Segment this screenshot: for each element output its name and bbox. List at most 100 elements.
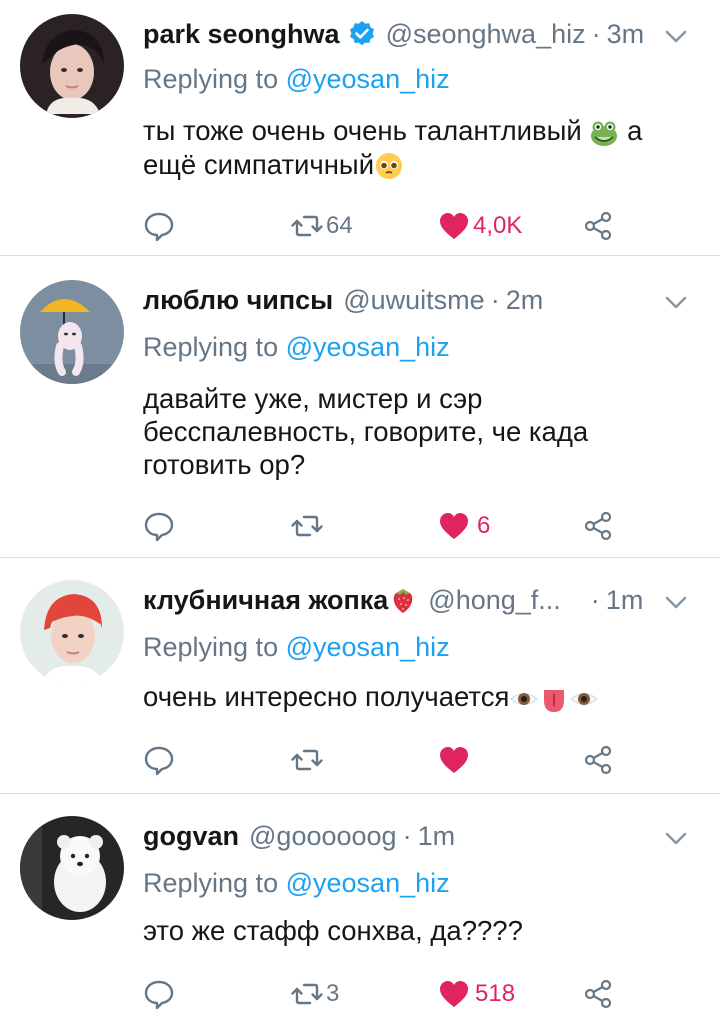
share-icon [584, 979, 612, 1009]
tweet-text-line: ещё симпатичный [143, 148, 375, 180]
avatar[interactable] [20, 280, 124, 384]
tweet-header: park seonghwa @seonghwa_hiz · 3m [143, 14, 720, 54]
pleading-face-icon [374, 151, 404, 181]
replying-to: Replying to @yeosan_hiz [143, 868, 450, 899]
replying-to: Replying to @yeosan_hiz [143, 64, 450, 95]
retweet-count: 64 [326, 212, 353, 239]
tweet[interactable]: park seonghwa @seonghwa_hiz · 3m Replyin… [0, 0, 720, 256]
separator-dot: · [490, 284, 500, 315]
share-icon [584, 211, 612, 241]
share-button[interactable] [582, 206, 616, 246]
share-icon [584, 745, 612, 775]
user-handle[interactable]: @goooooog [249, 821, 397, 852]
tweet-text: ты тоже очень очень талантливый а ещё си… [143, 114, 703, 181]
like-button[interactable]: 518 [437, 974, 515, 1014]
tweet-text-line: это же стафф сонхва, да???? [143, 915, 523, 946]
verified-badge-icon [348, 20, 376, 48]
tweet-text-line: ты тоже очень очень талантливый [143, 115, 582, 146]
heart-icon [440, 747, 468, 773]
replying-to-label: Replying to [143, 332, 279, 362]
reply-button[interactable] [142, 740, 176, 780]
chevron-down-icon[interactable] [662, 22, 690, 50]
tweet[interactable]: gogvan @goooooog · 1m Replying to @yeosa… [0, 794, 720, 1020]
tweet-text: очень интересно получается [143, 680, 703, 714]
like-count: 518 [475, 980, 516, 1007]
tweet-text-line: давайте уже, мистер и сэр [143, 383, 483, 414]
like-button[interactable]: 4,0K [437, 206, 522, 246]
retweet-button[interactable]: 64 [290, 206, 353, 246]
tweet-text-line: а [627, 115, 643, 146]
replying-to-label: Replying to [143, 632, 279, 662]
comment-icon [144, 980, 174, 1010]
like-count: 4,0K [473, 212, 523, 239]
chevron-down-icon[interactable] [662, 824, 690, 852]
separator-dot: · [402, 820, 412, 851]
avatar[interactable] [20, 14, 124, 118]
reply-button[interactable] [142, 506, 176, 546]
share-button[interactable] [582, 974, 616, 1014]
mention-link[interactable]: @yeosan_hiz [286, 64, 450, 94]
like-count: 6 [477, 512, 491, 539]
heart-icon [440, 213, 468, 239]
retweet-count: 3 [326, 980, 340, 1007]
mention-link[interactable]: @yeosan_hiz [286, 332, 450, 362]
user-handle[interactable]: @seonghwa_hiz [386, 19, 586, 50]
mention-link[interactable]: @yeosan_hiz [286, 868, 450, 898]
tweet[interactable]: люблю чипсы @uwuitsme · 2m Replying to @… [0, 256, 720, 558]
reply-button[interactable] [142, 206, 176, 246]
frog-face-icon [589, 118, 619, 148]
chevron-down-icon[interactable] [662, 588, 690, 616]
avatar[interactable] [20, 816, 124, 920]
retweet-icon [291, 515, 323, 537]
display-name[interactable]: клубничная жопка [143, 585, 388, 616]
reply-feed: park seonghwa @seonghwa_hiz · 3m Replyin… [0, 0, 720, 1020]
replying-to-label: Replying to [143, 868, 279, 898]
display-name[interactable]: park seonghwa [143, 19, 340, 50]
replying-to-label: Replying to [143, 64, 279, 94]
like-button[interactable]: 6 [437, 506, 490, 546]
retweet-icon [291, 983, 323, 1005]
avatar[interactable] [20, 580, 124, 684]
comment-icon [144, 512, 174, 542]
user-handle[interactable]: @hong_f... [428, 585, 561, 616]
replying-to: Replying to @yeosan_hiz [143, 632, 450, 663]
tweet-header: люблю чипсы @uwuitsme · 2m [143, 280, 720, 320]
replying-to: Replying to @yeosan_hiz [143, 332, 450, 363]
retweet-button[interactable] [290, 740, 326, 780]
user-handle[interactable]: @uwuitsme [343, 285, 484, 316]
retweet-icon [291, 749, 323, 771]
heart-icon [440, 513, 468, 539]
tweet-text-line: очень интересно получается [143, 681, 510, 712]
tongue-icon [539, 684, 569, 714]
display-name[interactable]: gogvan [143, 821, 239, 852]
display-name[interactable]: люблю чипсы [143, 285, 333, 316]
share-button[interactable] [582, 740, 616, 780]
timestamp: 3m [606, 18, 645, 49]
retweet-icon [291, 215, 323, 237]
eye-icon [509, 684, 539, 714]
like-button[interactable] [437, 740, 473, 780]
separator-dot: · [591, 18, 601, 49]
tweet-text: давайте уже, мистер и сэр бесспалевность… [143, 382, 703, 481]
eye-icon [569, 684, 599, 714]
comment-icon [144, 212, 174, 242]
timestamp: 1m [417, 820, 456, 851]
retweet-button[interactable] [290, 506, 326, 546]
strawberry-icon [388, 585, 418, 615]
mention-link[interactable]: @yeosan_hiz [286, 632, 450, 662]
share-button[interactable] [582, 506, 616, 546]
separator-dot: · [590, 584, 600, 615]
share-icon [584, 511, 612, 541]
tweet-header: gogvan @goooooog · 1m [143, 816, 720, 856]
tweet-text-line: бесспалевность, говорите, че када [143, 416, 589, 447]
tweet-text: это же стафф сонхва, да???? [143, 914, 703, 947]
heart-icon [440, 981, 468, 1007]
comment-icon [144, 746, 174, 776]
reply-button[interactable] [142, 974, 176, 1014]
chevron-down-icon[interactable] [662, 288, 690, 316]
timestamp: 1m [605, 584, 644, 615]
tweet[interactable]: клубничная жопка @hong_f... · 1m Replyin… [0, 558, 720, 794]
retweet-button[interactable]: 3 [290, 974, 339, 1014]
tweet-text-line: готовить ор? [143, 449, 306, 480]
tweet-header: клубничная жопка @hong_f... · 1m [143, 580, 720, 620]
